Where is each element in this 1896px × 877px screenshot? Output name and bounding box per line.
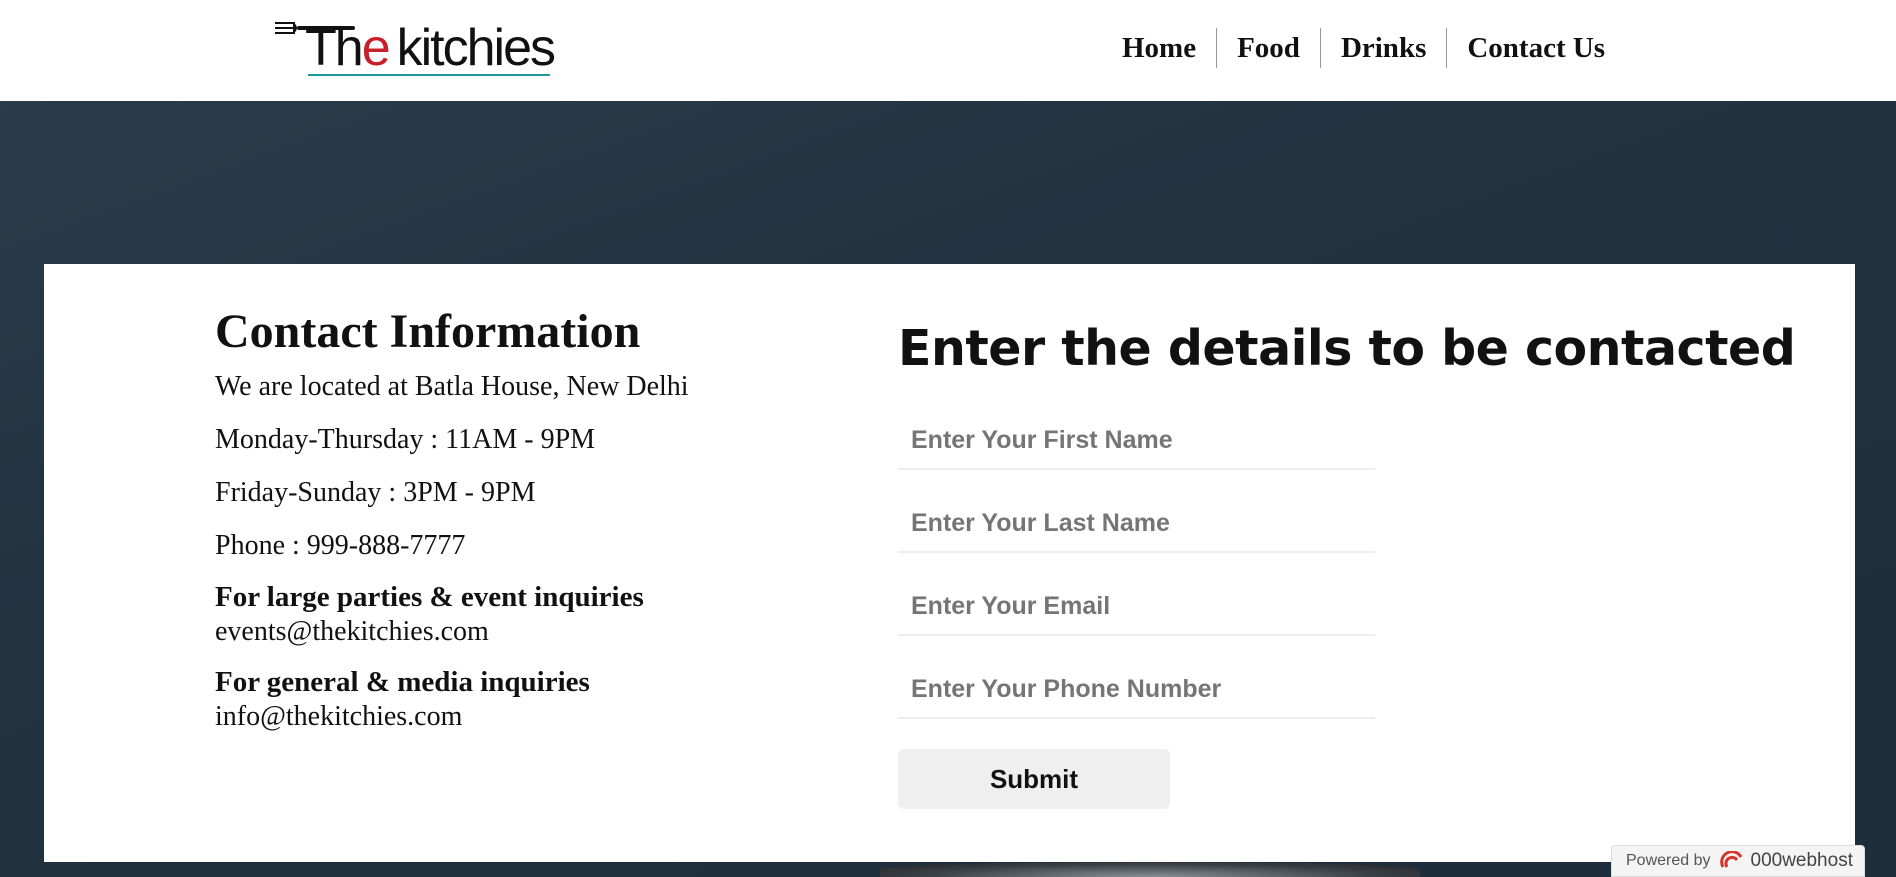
form-title: Enter the details to be contacted [898, 320, 1796, 377]
contact-title: Contact Information [215, 305, 641, 358]
powered-by-label: Powered by [1626, 852, 1711, 869]
last-name-input[interactable]: Enter Your Last Name [898, 495, 1375, 553]
email-input[interactable]: Enter Your Email [898, 578, 1375, 636]
submit-button[interactable]: Submit [898, 749, 1170, 809]
nav-drinks[interactable]: Drinks [1319, 28, 1446, 68]
logo-wordmark: The kitchies [305, 19, 556, 77]
first-name-input[interactable]: Enter Your First Name [898, 412, 1375, 470]
background-plate-image [880, 862, 1420, 877]
weekend-hours: Friday-Sunday : 3PM - 9PM [215, 477, 536, 508]
phone-input[interactable]: Enter Your Phone Number [898, 661, 1375, 719]
webhost-name: 000webhost [1750, 850, 1853, 871]
site-header: The kitchies Home Food Drinks Contact Us [0, 0, 1896, 101]
site-logo[interactable]: The kitchies [275, 16, 556, 80]
webhost-logo-icon [1719, 851, 1742, 868]
contact-information: Contact Information We are located at Ba… [215, 304, 815, 751]
logo-underline [308, 74, 550, 76]
powered-by-badge[interactable]: Powered by 000webhost [1611, 845, 1865, 877]
nav-home[interactable]: Home [1102, 28, 1216, 68]
nav-contact-us[interactable]: Contact Us [1446, 28, 1625, 68]
nav-food[interactable]: Food [1216, 28, 1320, 68]
contact-card: Contact Information We are located at Ba… [44, 264, 1855, 862]
events-heading: For large parties & event inquiries [215, 581, 644, 613]
main-nav: Home Food Drinks Contact Us [1102, 28, 1625, 68]
weekday-hours: Monday-Thursday : 11AM - 9PM [215, 424, 596, 455]
events-email[interactable]: events@thekitchies.com [215, 614, 815, 650]
location-text: We are located at Batla House, New Delhi [215, 371, 689, 402]
phone-text: Phone : 999-888-7777 [215, 530, 466, 561]
general-email[interactable]: info@thekitchies.com [215, 699, 815, 735]
general-heading: For general & media inquiries [215, 666, 590, 698]
contact-form: Enter the details to be contacted Enter … [898, 319, 1798, 809]
